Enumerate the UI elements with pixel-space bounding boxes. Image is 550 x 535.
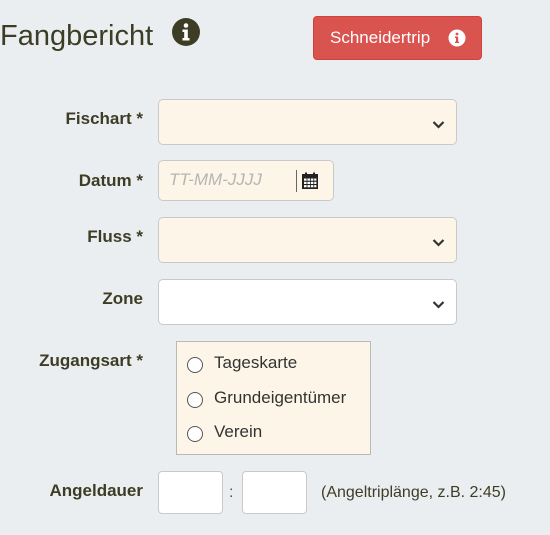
radio-option-tageskarte[interactable]: Tageskarte [187, 350, 297, 376]
radio-label: Grundeigentümer [214, 388, 347, 407]
fluss-select[interactable] [158, 217, 457, 263]
datum-label: Datum * [78, 171, 143, 190]
angeldauer-hint: (Angeltriplänge, z.B. 2:45) [321, 484, 506, 501]
info-circle-icon [448, 29, 466, 47]
datum-input[interactable]: TT-MM-JJJJ [169, 170, 262, 190]
chevron-down-icon [432, 297, 445, 309]
datum-field[interactable]: TT-MM-JJJJ [158, 160, 334, 201]
angeldauer-label: Angeldauer [49, 481, 143, 500]
chevron-down-icon [432, 235, 445, 247]
hours-input[interactable] [158, 471, 223, 514]
fluss-label: Fluss * [87, 227, 143, 246]
radio-label: Tageskarte [214, 353, 298, 372]
schneidertrip-button-label: Schneidertrip [330, 28, 431, 47]
zone-label: Zone [102, 289, 143, 308]
radio-button[interactable] [187, 392, 203, 408]
radio-option-grundeigentuemer[interactable]: Grundeigentümer [187, 385, 346, 411]
zugangsart-label: Zugangsart * [39, 351, 143, 370]
time-separator: : [229, 484, 234, 501]
schneidertrip-button[interactable]: Schneidertrip [313, 16, 482, 60]
minutes-input[interactable] [242, 471, 307, 514]
date-separator [296, 170, 297, 192]
info-circle-icon[interactable] [171, 17, 201, 47]
chevron-down-icon [432, 117, 445, 129]
fischart-label: Fischart * [65, 109, 143, 128]
radio-button[interactable] [187, 426, 203, 442]
calendar-icon[interactable] [301, 172, 319, 190]
page-title: Fangbericht [0, 20, 154, 52]
zone-select[interactable] [158, 279, 457, 325]
radio-button[interactable] [187, 357, 203, 373]
zugangsart-radio-group: Tageskarte Grundeigentümer Verein [176, 341, 371, 455]
radio-option-verein[interactable]: Verein [187, 419, 262, 445]
radio-label: Verein [214, 422, 263, 441]
fischart-select[interactable] [158, 99, 457, 145]
